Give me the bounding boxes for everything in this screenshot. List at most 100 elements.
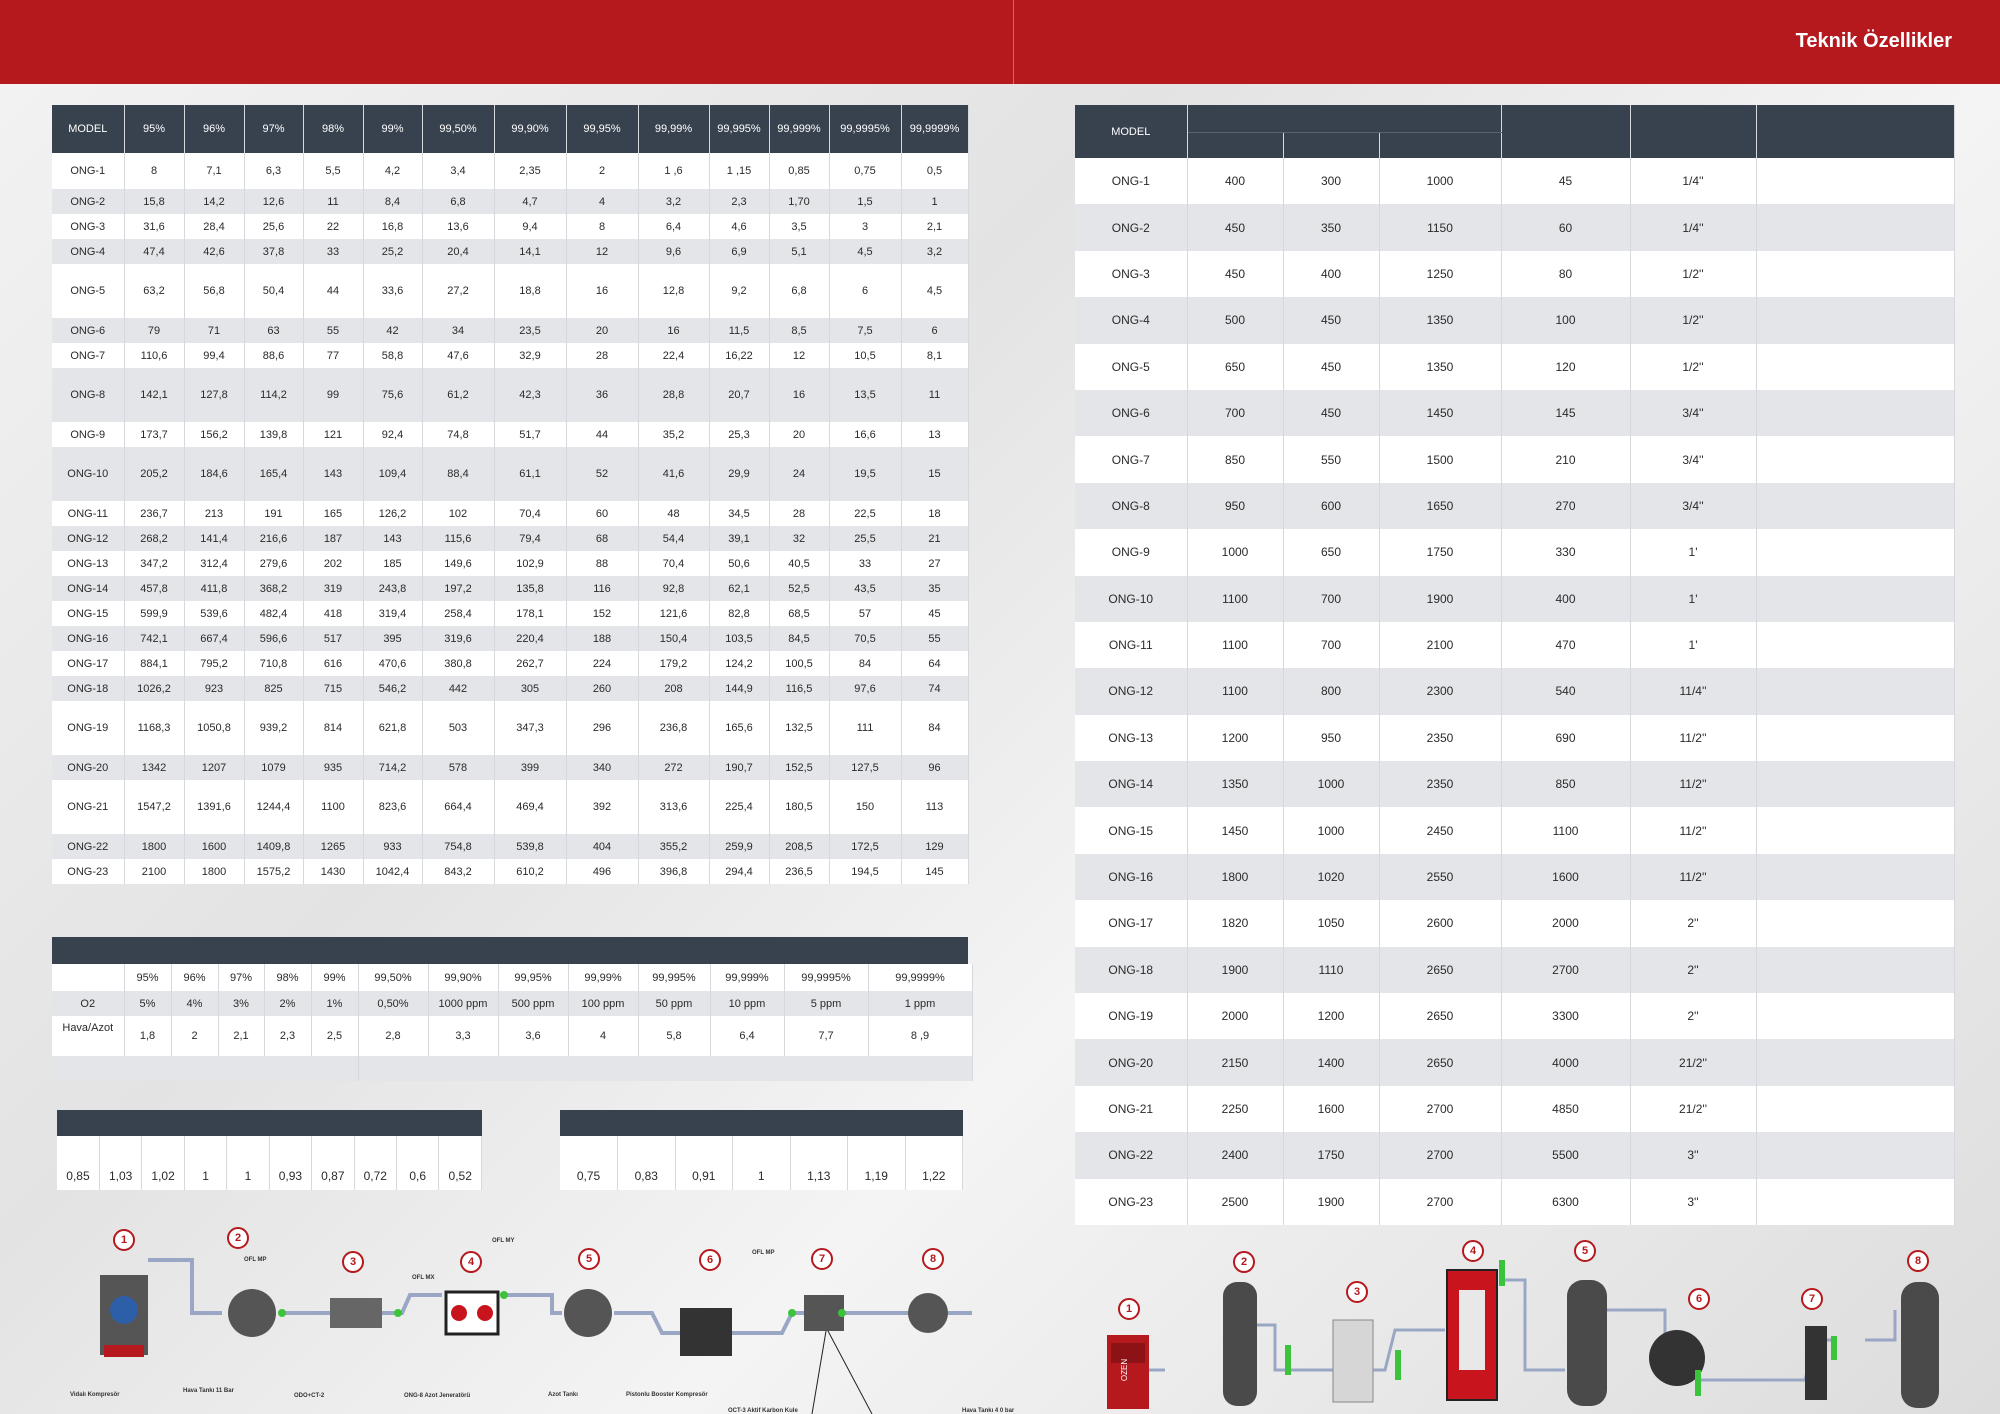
spec-cell: 700 — [1187, 389, 1284, 437]
valve — [1285, 1345, 1291, 1375]
spec-cell: 11/2'' — [1630, 761, 1757, 808]
spec-cell: 2'' — [1630, 993, 1757, 1040]
flow-cell: 92,8 — [638, 576, 710, 601]
flow-cell: 1800 — [124, 834, 185, 859]
flow-cell: 1079 — [244, 755, 304, 780]
flow-cell: 935 — [303, 755, 364, 780]
flow-cell: 52,5 — [769, 576, 830, 601]
spec-cell: 1000 — [1379, 158, 1502, 205]
pipe — [1865, 1310, 1897, 1342]
model-cell: ONG-1 — [52, 153, 125, 189]
flow-cell: 347,3 — [494, 701, 567, 755]
table-row: ONG-7 850 550 1500 210 3/4'' — [1075, 436, 1955, 483]
flow-cell: 347,2 — [124, 551, 185, 576]
table-row: ONG-1 400 300 1000 45 1/4'' — [1075, 158, 1955, 205]
table-row: ONG-11 236,7 213 191 165 126,2 102 70,4 60 48 34,5… — [52, 501, 969, 526]
spec-cell: 2100 — [1379, 621, 1502, 669]
flow-cell: 44 — [303, 264, 364, 318]
factor-cell: 1,19 — [847, 1162, 906, 1190]
flow-cell: 814 — [303, 701, 364, 755]
flow-cell: 12,8 — [638, 264, 710, 318]
o2-cell: 4% — [171, 991, 219, 1016]
flow-cell: 258,4 — [422, 601, 495, 626]
purity-header-cell: 99,9995% — [784, 964, 869, 991]
spec-cell: 1110 — [1283, 946, 1380, 994]
model-cell: ONG-1 — [1075, 158, 1188, 205]
flow-cell: 11,5 — [709, 318, 770, 343]
flow-cell: 596,6 — [244, 626, 304, 651]
spec-cell: 3/4'' — [1630, 482, 1757, 530]
factor-cell: 0,52 — [438, 1162, 482, 1190]
spec-cell: 1200 — [1187, 714, 1284, 762]
flow-cell: 16 — [638, 318, 710, 343]
purity-header-row: 95% 96% 97% 98% 99% 99,50% 99,90% 99,95% 99,99% 9… — [52, 964, 973, 991]
flow-cell: 3,2 — [638, 189, 710, 214]
table-row: ONG-19 2000 1200 2650 3300 2'' — [1075, 993, 1955, 1040]
flow-cell: 224 — [566, 651, 639, 676]
spec-cell: 45 — [1501, 158, 1631, 205]
flow-cell: 70,4 — [494, 501, 567, 526]
page-title: Teknik Özellikler — [1795, 30, 1952, 52]
carbon-tower — [1805, 1326, 1827, 1400]
model-cell: ONG-12 — [52, 526, 125, 551]
flow-cell: 236,7 — [124, 501, 185, 526]
column-header: 99,9999% — [901, 105, 969, 153]
flow-cell: 56,8 — [184, 264, 245, 318]
spec-cell: 2350 — [1379, 714, 1502, 762]
factor-cell: 0,91 — [675, 1162, 733, 1190]
flow-cell: 7,5 — [829, 318, 902, 343]
table-row: ONG-18 1026,2 923 825 715 546,2 442 305 260 208 14… — [52, 676, 969, 701]
step-number: 3 — [342, 1251, 364, 1273]
flow-cell: 1026,2 — [124, 676, 185, 701]
flow-cell: 62,1 — [709, 576, 770, 601]
purity-header-cell: 99,9999% — [868, 964, 973, 991]
factor-cell: 0,75 — [560, 1162, 618, 1190]
right-process-diagram: OZEN — [1107, 1260, 1939, 1409]
spec-cell: 3/4'' — [1630, 389, 1757, 437]
table-row: ONG-16 742,1 667,4 596,6 517 395 319,6 220,4 188… — [52, 626, 969, 651]
spec-cell: 2700 — [1501, 946, 1631, 994]
flow-cell: 70,5 — [829, 626, 902, 651]
model-cell: ONG-9 — [52, 422, 125, 447]
flow-cell: 6,9 — [709, 239, 770, 264]
step-number: 4 — [1462, 1240, 1484, 1262]
flow-cell: 616 — [303, 651, 364, 676]
screw-compressor: OZEN — [1107, 1335, 1149, 1409]
valve — [1831, 1336, 1837, 1360]
flow-cell: 197,2 — [422, 576, 495, 601]
diagram-label: ODO+CT-2 — [294, 1393, 325, 1399]
flow-cell: 6,8 — [769, 264, 830, 318]
flow-cell: 55 — [303, 318, 364, 343]
spec-cell: 1250 — [1379, 250, 1502, 298]
flow-cell: 16,6 — [829, 422, 902, 447]
spec-cell: 1/4'' — [1630, 158, 1757, 205]
flow-cell: 6,4 — [638, 214, 710, 239]
flow-cell: 152 — [566, 601, 639, 626]
spec-cell: 1350 — [1379, 297, 1502, 344]
model-cell: ONG-3 — [1075, 250, 1188, 298]
flow-cell: 923 — [184, 676, 245, 701]
flow-cell: 115,6 — [422, 526, 495, 551]
flow-cell: 710,8 — [244, 651, 304, 676]
ratio-cell: 7,7 — [784, 1016, 869, 1056]
model-cell: ONG-9 — [1075, 529, 1188, 576]
flow-cell: 54,4 — [638, 526, 710, 551]
flow-cell: 4,5 — [829, 239, 902, 264]
flow-cell: 12,6 — [244, 189, 304, 214]
flow-cell: 97,6 — [829, 676, 902, 701]
flow-cell: 6,3 — [244, 153, 304, 189]
spec-cell: 2700 — [1379, 1178, 1502, 1225]
flow-table-header: MODEL 95% 96% 97% 98% 99% 99,50% 99,90% 99,95% 99… — [52, 105, 969, 153]
model-cell: ONG-17 — [1075, 900, 1188, 947]
flow-cell: 1600 — [184, 834, 245, 859]
flow-cell: 121 — [303, 422, 364, 447]
flow-cell: 404 — [566, 834, 639, 859]
spec-cell: 1600 — [1283, 1085, 1380, 1133]
flow-cell: 380,8 — [422, 651, 495, 676]
spec-cell: 600 — [1283, 482, 1380, 530]
flow-cell: 260 — [566, 676, 639, 701]
flow-cell: 92,4 — [363, 422, 423, 447]
flow-cell: 48 — [638, 501, 710, 526]
diagram-label: ONG-8 Azot Jeneratörü — [404, 1393, 471, 1399]
factor-cell: 1 — [226, 1162, 270, 1190]
